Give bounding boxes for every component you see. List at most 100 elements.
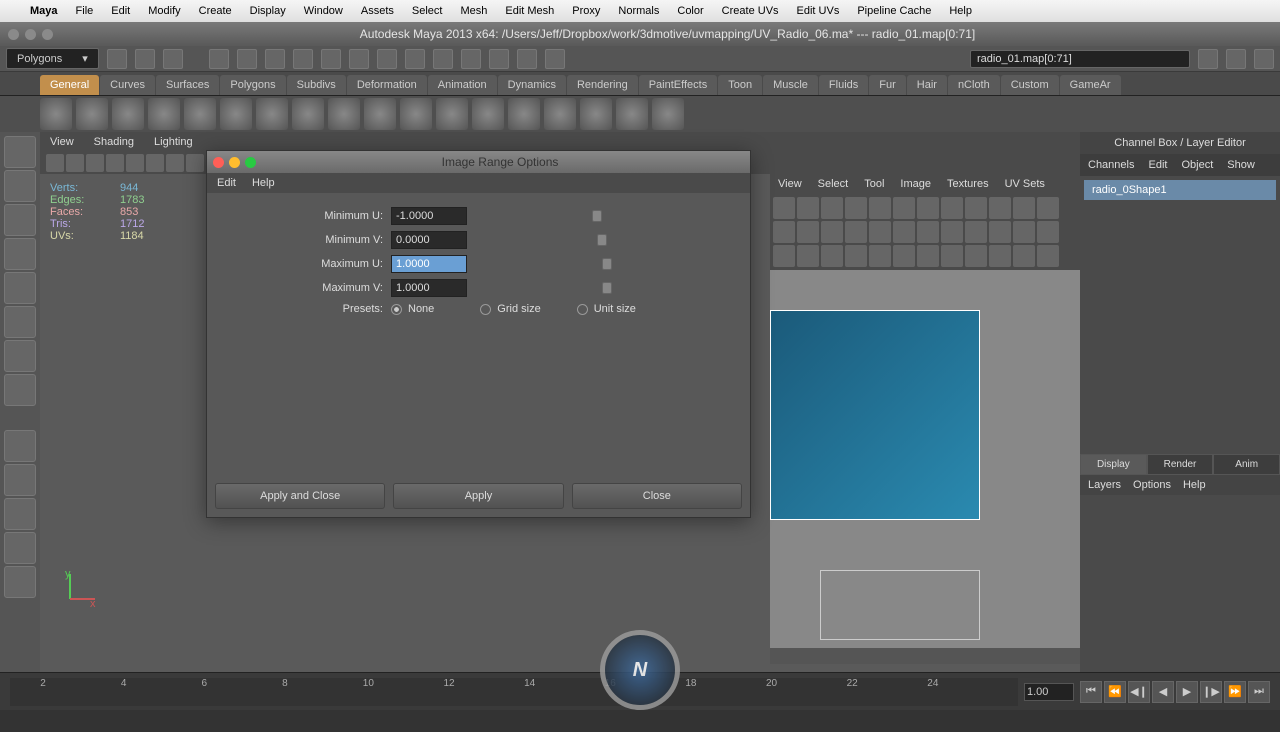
rewind-start-icon[interactable]: ⏮: [1080, 681, 1102, 703]
menu-proxy[interactable]: Proxy: [572, 5, 600, 17]
scale-tool[interactable]: [4, 306, 36, 338]
shelf-icon[interactable]: [184, 98, 216, 130]
play-icon[interactable]: ▶: [1176, 681, 1198, 703]
uv-icon[interactable]: [965, 221, 987, 243]
dialog-help-menu[interactable]: Help: [252, 177, 275, 189]
time-ruler[interactable]: 2 4 6 8 10 12 14 16 18 20 22 24: [10, 678, 1018, 706]
render-settings-icon[interactable]: [545, 49, 565, 69]
menu-normals[interactable]: Normals: [618, 5, 659, 17]
uv-icon[interactable]: [869, 197, 891, 219]
shelf-icon[interactable]: [364, 98, 396, 130]
tab-hair[interactable]: Hair: [907, 75, 947, 95]
snap-curve-icon[interactable]: [377, 49, 397, 69]
file-indicator[interactable]: radio_01.map[0:71]: [970, 50, 1190, 68]
menu-mesh[interactable]: Mesh: [460, 5, 487, 17]
menu-edit[interactable]: Edit: [111, 5, 130, 17]
uv-view-menu[interactable]: View: [778, 178, 802, 190]
cb-layers[interactable]: Layers: [1088, 479, 1121, 491]
tab-fluids[interactable]: Fluids: [819, 75, 868, 95]
max-v-input[interactable]: [391, 279, 467, 297]
paint-tool[interactable]: [4, 204, 36, 236]
cb-edit[interactable]: Edit: [1148, 159, 1167, 171]
min-u-slider[interactable]: [475, 208, 734, 224]
cb-help[interactable]: Help: [1183, 479, 1206, 491]
shelf-icon[interactable]: [112, 98, 144, 130]
cb-channels[interactable]: Channels: [1088, 159, 1134, 171]
snap-grid-icon[interactable]: [349, 49, 369, 69]
shelf-icon[interactable]: [40, 98, 72, 130]
vt-icon[interactable]: [146, 154, 164, 172]
cb-anim-tab[interactable]: Anim: [1213, 454, 1280, 475]
uv-icon[interactable]: [845, 245, 867, 267]
uv-icon[interactable]: [917, 245, 939, 267]
uv-icon[interactable]: [797, 197, 819, 219]
preset-unit[interactable]: Unit size: [577, 303, 636, 315]
close-button[interactable]: Close: [572, 483, 742, 509]
app-name[interactable]: Maya: [30, 5, 58, 17]
shelf-icon[interactable]: [76, 98, 108, 130]
tab-painteffects[interactable]: PaintEffects: [639, 75, 718, 95]
uv-icon[interactable]: [941, 221, 963, 243]
uv-icon[interactable]: [941, 245, 963, 267]
open-scene-icon[interactable]: [135, 49, 155, 69]
menu-edit-uvs[interactable]: Edit UVs: [797, 5, 840, 17]
uv-icon[interactable]: [845, 221, 867, 243]
uv-select-menu[interactable]: Select: [818, 178, 849, 190]
shelf-icon[interactable]: [436, 98, 468, 130]
lasso-tool[interactable]: [4, 170, 36, 202]
menu-pipeline-cache[interactable]: Pipeline Cache: [857, 5, 931, 17]
mode-dropdown[interactable]: Polygons▾: [6, 48, 99, 69]
layout-icon-1[interactable]: [1198, 49, 1218, 69]
tab-muscle[interactable]: Muscle: [763, 75, 818, 95]
tab-subdivs[interactable]: Subdivs: [287, 75, 346, 95]
preset-grid[interactable]: Grid size: [480, 303, 540, 315]
shelf-icon[interactable]: [508, 98, 540, 130]
tab-surfaces[interactable]: Surfaces: [156, 75, 219, 95]
paint-select-icon[interactable]: [321, 49, 341, 69]
vt-icon[interactable]: [166, 154, 184, 172]
tab-ncloth[interactable]: nCloth: [948, 75, 1000, 95]
cb-options[interactable]: Options: [1133, 479, 1171, 491]
vt-icon[interactable]: [106, 154, 124, 172]
tab-gamear[interactable]: GameAr: [1060, 75, 1121, 95]
uv-icon[interactable]: [965, 245, 987, 267]
snap-point-icon[interactable]: [405, 49, 425, 69]
snap-live-icon[interactable]: [461, 49, 481, 69]
new-scene-icon[interactable]: [107, 49, 127, 69]
move-tool[interactable]: [4, 238, 36, 270]
uv-icon[interactable]: [893, 197, 915, 219]
uv-icon[interactable]: [869, 245, 891, 267]
uv-icon[interactable]: [821, 197, 843, 219]
cb-display-tab[interactable]: Display: [1080, 454, 1147, 475]
uv-icon[interactable]: [893, 245, 915, 267]
tab-general[interactable]: General: [40, 75, 99, 95]
uv-icon[interactable]: [845, 197, 867, 219]
tab-deformation[interactable]: Deformation: [347, 75, 427, 95]
forward-end-icon[interactable]: ⏭: [1248, 681, 1270, 703]
layout-single[interactable]: [4, 430, 36, 462]
uv-icon[interactable]: [773, 197, 795, 219]
vt-icon[interactable]: [46, 154, 64, 172]
uv-icon[interactable]: [1037, 245, 1059, 267]
menu-create-uvs[interactable]: Create UVs: [722, 5, 779, 17]
shelf-icon[interactable]: [328, 98, 360, 130]
uv-icon[interactable]: [797, 221, 819, 243]
shelf-icon[interactable]: [616, 98, 648, 130]
view-menu[interactable]: View: [50, 136, 74, 148]
shelf-icon[interactable]: [256, 98, 288, 130]
play-back-icon[interactable]: ◀: [1152, 681, 1174, 703]
menu-assets[interactable]: Assets: [361, 5, 394, 17]
uv-icon[interactable]: [1013, 221, 1035, 243]
dialog-edit-menu[interactable]: Edit: [217, 177, 236, 189]
uv-textures-menu[interactable]: Textures: [947, 178, 989, 190]
uv-icon[interactable]: [989, 245, 1011, 267]
uv-canvas[interactable]: [770, 270, 1080, 648]
uv-icon[interactable]: [941, 197, 963, 219]
cb-object[interactable]: Object: [1181, 159, 1213, 171]
menu-window[interactable]: Window: [304, 5, 343, 17]
layout-persp-graph[interactable]: [4, 498, 36, 530]
uv-icon[interactable]: [989, 197, 1011, 219]
uv-icon[interactable]: [965, 197, 987, 219]
vt-icon[interactable]: [186, 154, 204, 172]
step-fwd-key-icon[interactable]: ⏩: [1224, 681, 1246, 703]
